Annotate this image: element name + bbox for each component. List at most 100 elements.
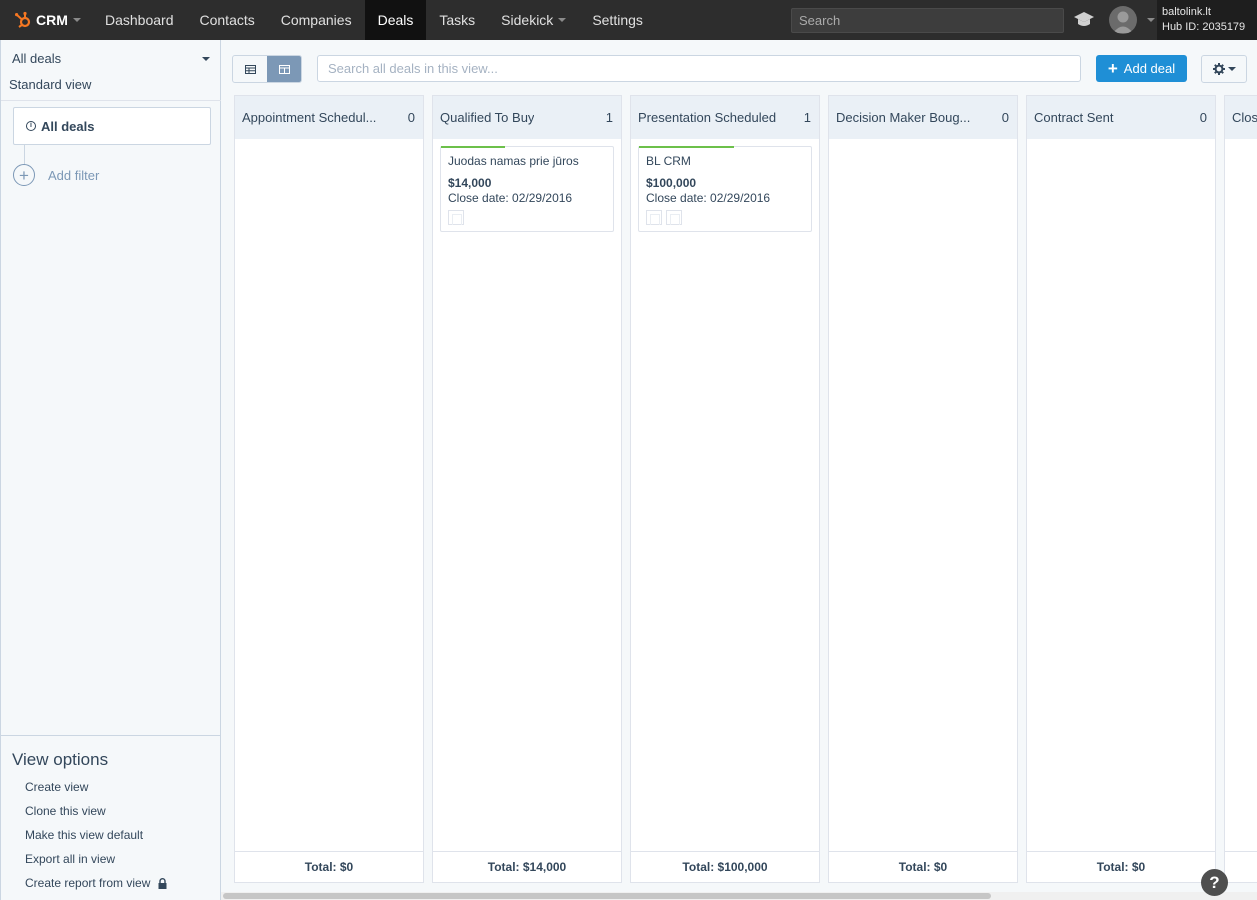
deal-name: Juodas namas prie jūros — [448, 154, 579, 168]
stage-total: Total: $0 — [235, 851, 423, 882]
deal-contacts — [448, 210, 468, 225]
deal-stage-column: Decision Maker Boug... 0 Total: $0 — [828, 95, 1018, 883]
add-filter-label: Add filter — [48, 167, 100, 183]
clone-view-link[interactable]: Clone this view — [25, 804, 106, 818]
filter-card-all-deals[interactable]: i All deals — [13, 107, 211, 145]
deal-stage-column: Presentation Scheduled 1 Total: $100,000 BL… — [630, 95, 820, 883]
deal-stage-column: Clos — [1224, 95, 1257, 883]
column-header[interactable]: Contract Sent 0 — [1027, 96, 1215, 139]
deal-board: Appointment Schedul... 0 Total: $0 Qualifie… — [221, 95, 1257, 890]
info-icon: i — [26, 121, 36, 131]
make-default-link[interactable]: Make this view default — [25, 828, 143, 842]
horizontal-scrollbar[interactable] — [221, 892, 1257, 900]
stage-count: 0 — [1199, 110, 1207, 125]
add-deal-button[interactable]: + Add deal — [1096, 55, 1187, 82]
deal-progress-bar — [639, 146, 734, 148]
avatar[interactable] — [1109, 6, 1137, 34]
divider — [1, 100, 221, 101]
filters-sidebar: All deals Standard view i All deals + Ad… — [0, 40, 221, 900]
chevron-down-icon — [202, 57, 210, 61]
plus-icon: + — [1107, 59, 1118, 78]
deal-amount: $14,000 — [448, 176, 492, 190]
stage-name: Clos — [1232, 110, 1257, 125]
nav-deals[interactable]: Deals — [364, 0, 427, 40]
global-search-input[interactable] — [791, 8, 1064, 33]
column-header[interactable]: Clos — [1225, 96, 1257, 139]
deal-progress-bar — [441, 146, 505, 148]
view-options-title: View options — [12, 750, 109, 769]
chevron-down-icon — [558, 18, 567, 22]
column-header[interactable]: Decision Maker Boug... 0 — [829, 96, 1017, 139]
stage-count: 1 — [803, 110, 811, 125]
stage-name: Contract Sent — [1034, 110, 1114, 125]
deal-close-date: Close date: 02/29/2016 — [448, 191, 573, 205]
contact-avatar-placeholder[interactable] — [666, 210, 682, 225]
deal-contacts — [646, 210, 686, 225]
chevron-down-icon — [72, 18, 81, 22]
view-select[interactable]: All deals — [12, 51, 212, 69]
stage-total: Total: $0 — [829, 851, 1017, 882]
add-filter-button[interactable]: + Add filter — [13, 164, 99, 186]
deal-close-date: Close date: 02/29/2016 — [646, 191, 771, 205]
filter-label: All deals — [41, 118, 95, 134]
column-header[interactable]: Qualified To Buy 1 — [433, 96, 621, 139]
table-icon — [244, 64, 256, 74]
contact-avatar-placeholder[interactable] — [646, 210, 662, 225]
contact-avatar-placeholder[interactable] — [448, 210, 464, 225]
column-header[interactable]: Presentation Scheduled 1 — [631, 96, 819, 139]
scrollbar-thumb[interactable] — [223, 893, 991, 899]
lock-icon — [158, 877, 167, 889]
add-deal-label: Add deal — [1123, 61, 1176, 76]
create-view-link[interactable]: Create view — [25, 780, 88, 794]
crm-menu[interactable]: CRM — [0, 0, 92, 40]
chevron-down-icon[interactable] — [1147, 18, 1155, 22]
deal-stage-column: Contract Sent 0 Total: $0 — [1026, 95, 1216, 883]
stage-total — [1225, 851, 1257, 882]
board-icon — [278, 64, 290, 74]
deal-stage-column: Appointment Schedul... 0 Total: $0 — [234, 95, 424, 883]
nav-sidekick[interactable]: Sidekick — [488, 0, 579, 40]
crm-label: CRM — [36, 12, 68, 28]
board-view-button[interactable] — [267, 56, 301, 82]
stage-total: Total: $0 — [1027, 851, 1215, 882]
divider — [24, 145, 25, 165]
deal-card[interactable]: Juodas namas prie jūros $14,000 Close date… — [440, 146, 614, 232]
gear-icon — [1212, 63, 1225, 75]
table-view-button[interactable] — [233, 56, 267, 82]
stage-count: 1 — [605, 110, 613, 125]
nav-sidekick-label: Sidekick — [501, 12, 554, 28]
account-name: baltolink.lt — [1162, 6, 1211, 18]
view-type-label: Standard view — [9, 77, 92, 92]
user-icon — [1113, 11, 1133, 33]
hubspot-sprocket-icon — [15, 11, 31, 28]
export-view-link[interactable]: Export all in view — [25, 852, 115, 866]
stage-name: Decision Maker Boug... — [836, 110, 971, 125]
view-select-value: All deals — [12, 51, 62, 66]
deals-toolbar: + Add deal — [221, 40, 1257, 95]
chevron-down-icon — [1227, 67, 1236, 71]
nav-contacts[interactable]: Contacts — [187, 0, 268, 40]
graduation-cap-icon[interactable] — [1073, 11, 1095, 28]
view-toggle — [232, 55, 302, 83]
nav-dashboard[interactable]: Dashboard — [92, 0, 187, 40]
nav-settings[interactable]: Settings — [579, 0, 656, 40]
deal-stage-column: Qualified To Buy 1 Total: $14,000 Juodas na… — [432, 95, 622, 883]
stage-name: Appointment Schedul... — [242, 110, 377, 125]
top-navigation: CRM Dashboard Contacts Companies Deals T… — [0, 0, 1257, 40]
deal-card[interactable]: BL CRM $100,000 Close date: 02/29/2016 — [638, 146, 812, 232]
create-report-label: Create report from view — [25, 876, 151, 890]
stage-name: Presentation Scheduled — [638, 110, 777, 125]
view-options-panel: View options Create view Clone this view… — [1, 735, 221, 900]
account-info[interactable]: baltolink.lt Hub ID: 2035179 — [1157, 0, 1257, 40]
stage-count: 0 — [407, 110, 415, 125]
deal-search-input[interactable] — [317, 55, 1081, 82]
nav-companies[interactable]: Companies — [268, 0, 365, 40]
stage-total: Total: $14,000 — [433, 851, 621, 882]
create-report-link[interactable]: Create report from view — [25, 876, 167, 890]
nav-tasks[interactable]: Tasks — [426, 0, 488, 40]
stage-total: Total: $100,000 — [631, 851, 819, 882]
help-button[interactable]: ? — [1201, 869, 1228, 896]
settings-dropdown-button[interactable] — [1201, 55, 1247, 83]
stage-name: Qualified To Buy — [440, 110, 535, 125]
column-header[interactable]: Appointment Schedul... 0 — [235, 96, 423, 139]
